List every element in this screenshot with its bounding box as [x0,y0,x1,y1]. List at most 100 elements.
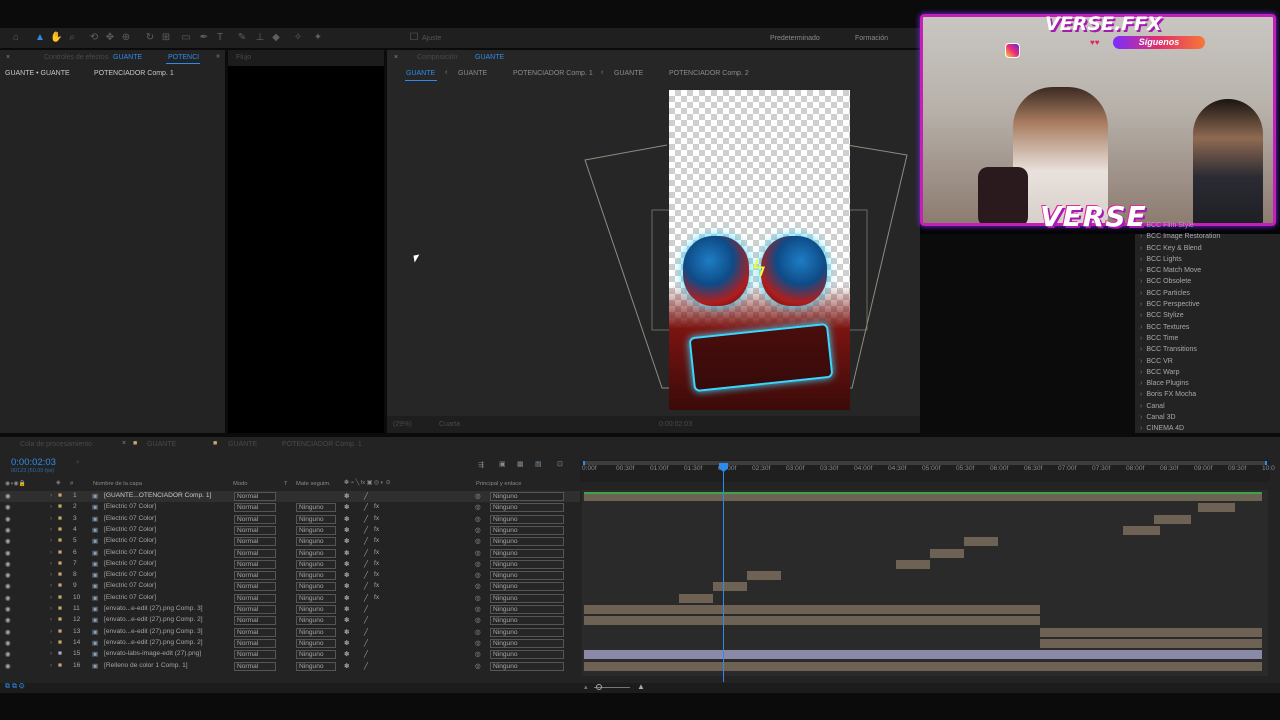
layer-mode-select[interactable]: Normal [234,582,276,592]
layer-row[interactable]: ◉ › ■ 10 ▣ [Electric 07 Color] Normal Ninguno ✽ ╱… [0,593,580,604]
layer-duration-bar[interactable] [1039,627,1262,637]
chevron-right-icon[interactable]: › [1140,358,1142,365]
effects-category[interactable]: › BCC Key & Blend [1140,245,1280,256]
hand-tool-icon[interactable]: ✋ [50,32,62,44]
layer-parent-select[interactable]: Ninguno [490,627,564,637]
layer-mode-select[interactable]: Normal [234,627,276,637]
fx-switch[interactable]: fx [374,537,379,544]
layer-duration-bar[interactable] [1197,503,1235,513]
layer-row[interactable]: ◉ › ■ 8 ▣ [Electric 07 Color] Normal Ninguno ✽ ╱ f… [0,570,580,581]
draft-3d-icon[interactable]: ▣ [499,460,506,468]
expand-chevron-icon[interactable]: › [50,515,52,522]
pickwhip-icon[interactable]: ◎ [475,639,481,647]
effects-category[interactable]: › Canal 3D [1140,414,1280,425]
label-color-swatch[interactable]: ■ [58,537,62,544]
comp-nav-0[interactable]: GUANTE [406,70,435,77]
label-color-swatch[interactable]: ■ [58,616,62,623]
chevron-right-icon[interactable]: › [1140,380,1142,387]
selection-tool-icon[interactable]: ▲ [34,32,46,44]
layer-row[interactable]: ◉ › ■ 12 ▣ [envato...e-edit (27).png Comp. 2]… [0,615,580,626]
pickwhip-icon[interactable]: ◎ [475,571,481,579]
zoom-tool-icon[interactable]: ⌕ [66,32,78,44]
layer-mode-select[interactable]: Normal [234,559,276,569]
expand-chevron-icon[interactable]: › [50,628,52,635]
layer-matte-select[interactable]: Ninguno [296,605,336,614]
pickwhip-icon[interactable]: ◎ [475,662,481,670]
chevron-right-icon[interactable]: › [1140,335,1142,342]
layer-name[interactable]: [envato...e-edit (27).png Comp. 2] [104,639,203,646]
eraser-tool-icon[interactable]: ◆ [270,32,282,44]
expand-chevron-icon[interactable]: › [50,582,52,589]
timeline-tab-potenciador[interactable]: POTENCIADOR Comp. 1 [282,441,362,448]
layer-matte-select[interactable]: Ninguno [296,661,336,671]
layer-matte-select[interactable]: Ninguno [296,582,336,592]
orbit-tool-icon[interactable]: ⟲ [88,32,100,44]
layer-name[interactable]: [Electric 07 Color] [104,571,156,578]
layer-matte-select[interactable]: Ninguno [296,559,336,569]
label-color-swatch[interactable]: ■ [58,650,62,657]
label-color-swatch[interactable]: ■ [58,594,62,601]
effects-category[interactable]: › BCC Warp [1140,369,1280,380]
collapse-switch-icon[interactable]: ✽ [344,628,350,636]
effects-category[interactable]: › Canal [1140,403,1280,414]
collapse-switch-icon[interactable]: ✽ [344,537,350,545]
comp-close-icon[interactable]: × [394,54,398,61]
layer-parent-select[interactable]: Ninguno [490,605,564,614]
comp-flowchart-icon[interactable]: ⇶ [478,461,484,469]
layer-parent-select[interactable]: Ninguno [490,571,564,581]
layer-duration-bar[interactable] [712,582,747,592]
effects-category[interactable]: › BCC VR [1140,358,1280,369]
layer-name[interactable]: [Electric 07 Color] [104,549,156,556]
collapse-switch-icon[interactable]: ✽ [344,571,350,579]
chevron-right-icon[interactable]: › [1140,324,1142,331]
expand-chevron-icon[interactable]: › [50,639,52,646]
comp-canvas[interactable]: ϟ [669,90,850,410]
layer-row[interactable]: ◉ › ■ 9 ▣ [Electric 07 Color] Normal Ninguno ✽ ╱ f… [0,581,580,592]
collapse-switch-icon[interactable]: ✽ [344,582,350,590]
text-tool-icon[interactable]: T [214,32,226,44]
expand-chevron-icon[interactable]: › [50,662,52,669]
layer-matte-select[interactable]: Ninguno [296,593,336,603]
quality-switch-icon[interactable]: ╱ [364,582,368,590]
quality-switch-icon[interactable]: ╱ [364,639,368,647]
layer-mode-select[interactable]: Normal [234,661,276,671]
layer-name[interactable]: [Electric 07 Color] [104,560,156,567]
layer-name[interactable]: [Electric 07 Color] [104,503,156,510]
fx-switch[interactable]: fx [374,526,379,533]
collapse-switch-icon[interactable]: ✽ [344,515,350,523]
quality-switch-icon[interactable]: ╱ [364,628,368,636]
pickwhip-icon[interactable]: ◎ [475,605,481,613]
quality-switch-icon[interactable]: ╱ [364,526,368,534]
puppet-pin-icon[interactable]: ✦ [312,32,324,44]
chevron-right-icon[interactable]: › [1140,267,1142,274]
pickwhip-icon[interactable]: ◎ [475,560,481,568]
flow-tab-label[interactable]: Flujo [236,54,251,61]
layer-row[interactable]: ◉ › ■ 6 ▣ [Electric 07 Color] Normal Ninguno ✽ ╱ f… [0,548,580,559]
chevron-right-icon[interactable]: › [1140,346,1142,353]
fx-switch[interactable]: fx [374,582,379,589]
chevron-right-icon[interactable]: › [1140,425,1142,432]
expand-chevron-icon[interactable]: › [50,571,52,578]
effects-category[interactable]: › BCC Particles [1140,290,1280,301]
pickwhip-icon[interactable]: ◎ [475,616,481,624]
panel-menu-icon[interactable]: » [216,53,220,60]
chevron-right-icon[interactable]: › [1140,278,1142,285]
clone-stamp-icon[interactable]: ⊥ [254,32,266,44]
visibility-eye-icon[interactable]: ◉ [5,605,11,613]
chevron-right-icon[interactable]: › [1140,414,1142,421]
quality-switch-icon[interactable]: ╱ [364,571,368,579]
label-color-swatch[interactable]: ■ [58,549,62,556]
timecode-display[interactable]: 0:00:02:03 [11,457,56,468]
layer-matte-select[interactable]: Ninguno [296,571,336,581]
motion-blur-icon[interactable]: ◔ [535,460,539,467]
comp-tab-name[interactable]: GUANTE [475,54,504,61]
roto-brush-icon[interactable]: ✧ [292,32,304,44]
collapse-switch-icon[interactable]: ✽ [344,594,350,602]
fx-switch[interactable]: fx [374,571,379,578]
layer-row[interactable]: ◉ › ■ 4 ▣ [Electric 07 Color] Normal Ninguno ✽ ╱ f… [0,525,580,536]
quality-switch-icon[interactable]: ╱ [364,492,368,500]
layer-duration-bar[interactable] [584,605,1040,614]
effects-tab-label[interactable]: Controles de efectos [44,54,108,61]
fx-switch[interactable]: fx [374,594,379,601]
visibility-eye-icon[interactable]: ◉ [5,526,11,534]
